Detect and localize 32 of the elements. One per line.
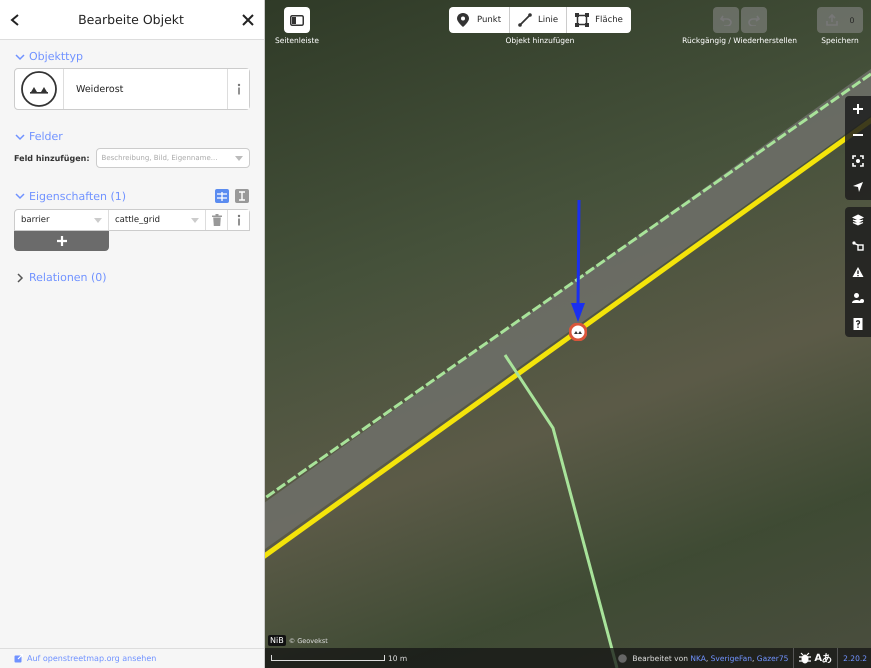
line-icon <box>518 13 532 27</box>
zoom-in-icon <box>852 103 864 115</box>
scale-bar-icon <box>271 655 385 661</box>
zoom-to-selection-icon <box>852 155 864 167</box>
add-point-button[interactable]: Punkt <box>449 7 510 33</box>
external-link-icon <box>14 654 23 663</box>
add-tag-button[interactable] <box>14 231 109 251</box>
user-settings-icon <box>852 292 864 304</box>
help-icon <box>852 318 864 330</box>
field-label: Feld hinzufügen: <box>14 154 90 162</box>
bug-icon[interactable] <box>799 652 812 664</box>
location-arrow-icon <box>852 181 864 193</box>
sidebar-toggle-button[interactable] <box>284 7 310 33</box>
layers-icon <box>852 214 864 226</box>
translate-button[interactable]: Aあ <box>814 651 832 665</box>
text-view-icon[interactable] <box>234 188 250 204</box>
caret-icon <box>235 156 243 161</box>
area-icon <box>575 13 590 27</box>
add-area-button[interactable]: Fläche <box>567 7 631 33</box>
vertex-marker-icon[interactable] <box>569 323 587 341</box>
warning-icon <box>852 266 864 278</box>
sidebar-icon <box>290 14 304 26</box>
imagery-logo: NiB <box>268 635 286 646</box>
add-line-button[interactable]: Linie <box>510 7 568 33</box>
back-icon[interactable] <box>9 12 21 26</box>
plus-icon <box>56 235 68 247</box>
close-icon[interactable] <box>241 12 255 26</box>
map-data-icon <box>852 240 864 252</box>
moon-icon <box>618 654 628 662</box>
panel-title: Bearbeite Objekt <box>77 12 185 27</box>
list-view-icon[interactable] <box>214 188 230 204</box>
pin-icon <box>457 13 472 27</box>
